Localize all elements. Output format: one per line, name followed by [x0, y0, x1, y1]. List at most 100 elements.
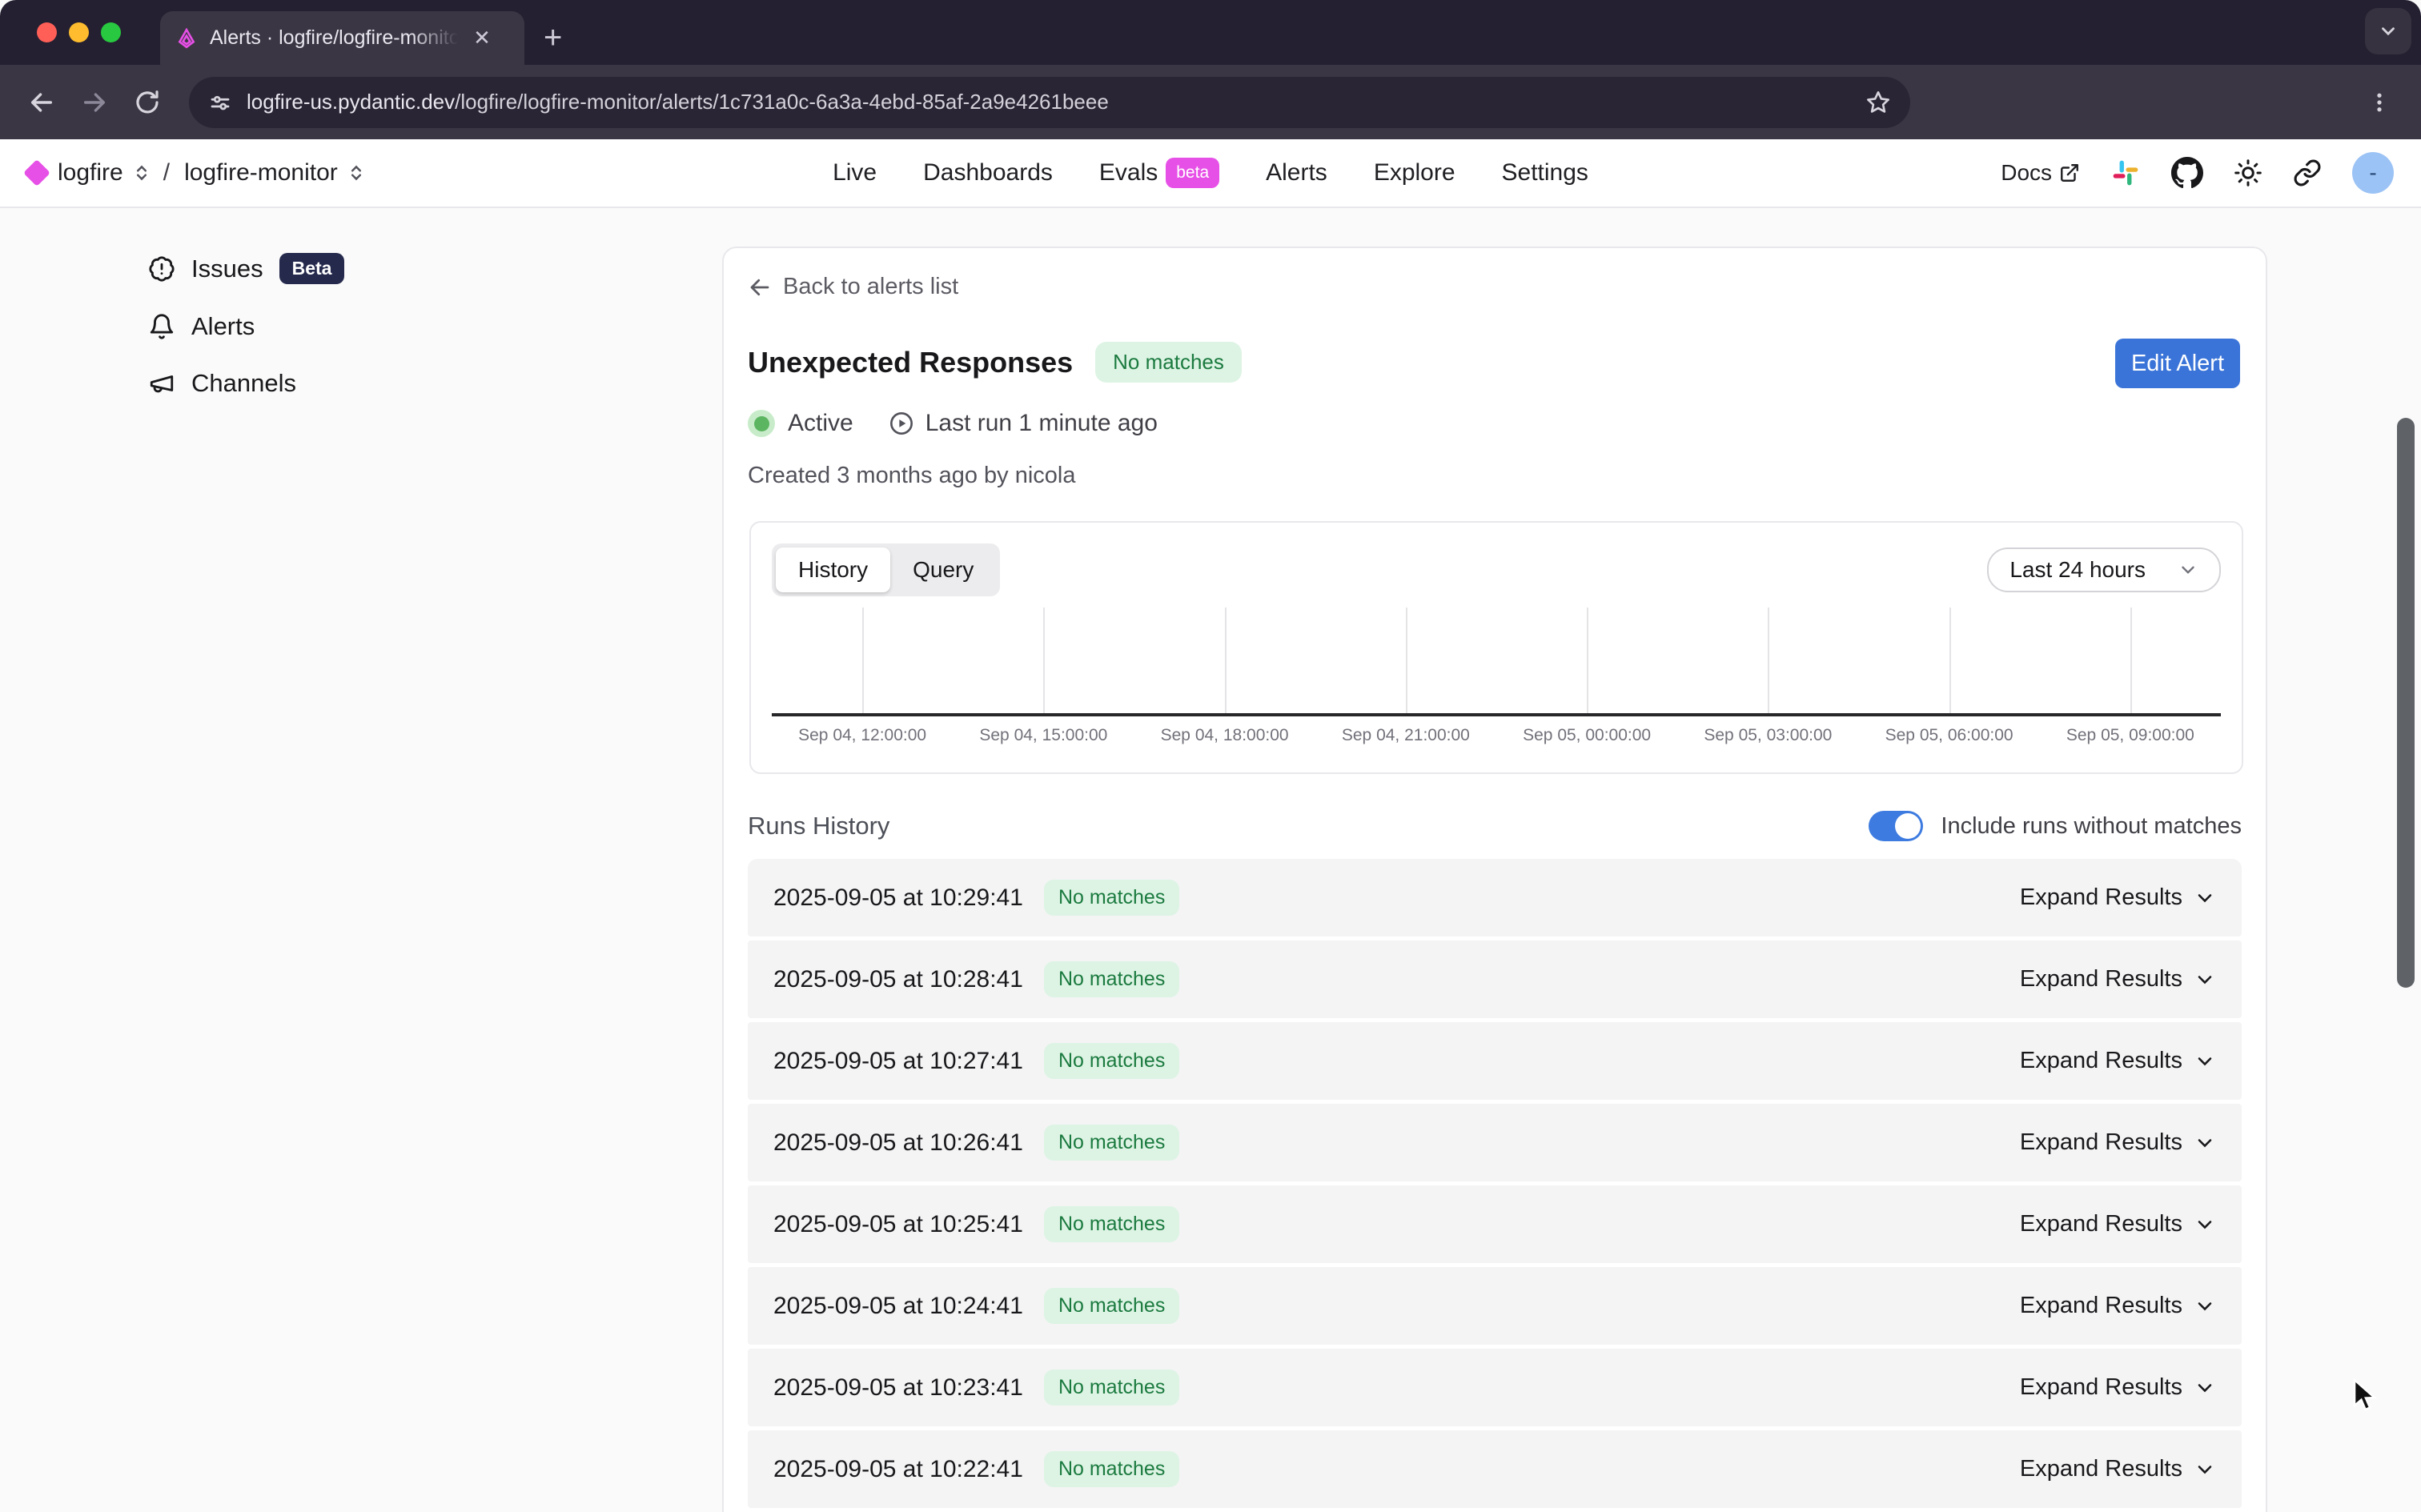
run-timestamp: 2025-09-05 at 10:26:41 — [773, 1129, 1023, 1157]
run-row: 2025-09-05 at 10:28:41 No matches Expand… — [748, 940, 2242, 1018]
nav-right: Docs - — [1588, 152, 2394, 194]
run-timestamp: 2025-09-05 at 10:22:41 — [773, 1456, 1023, 1483]
created-by-text: Created 3 months ago by nicola — [748, 463, 2242, 489]
nav-item-evals[interactable]: Evalsbeta — [1099, 158, 1219, 188]
new-tab-button[interactable]: + — [544, 11, 562, 65]
slack-icon[interactable] — [2110, 158, 2141, 188]
x-tick: Sep 04, 21:00:00 — [1315, 726, 1496, 745]
expand-results-button[interactable]: Expand Results — [2020, 1374, 2216, 1401]
nav-item-live[interactable]: Live — [833, 159, 877, 186]
run-match-badge: No matches — [1044, 1451, 1179, 1487]
runs-history-heading: Runs History — [748, 812, 889, 840]
evals-beta-badge: beta — [1166, 158, 1219, 188]
tab-history[interactable]: History — [776, 547, 890, 592]
nav-links: Live Dashboards Evalsbeta Alerts Explore… — [833, 158, 1588, 188]
tab-close-icon[interactable]: ✕ — [468, 24, 496, 53]
run-timestamp: 2025-09-05 at 10:25:41 — [773, 1211, 1023, 1238]
tab-query[interactable]: Query — [890, 547, 996, 592]
nav-item-explore[interactable]: Explore — [1374, 159, 1455, 186]
logfire-logo-icon — [23, 159, 50, 186]
breadcrumb-separator: / — [163, 159, 170, 186]
run-match-badge: No matches — [1044, 1043, 1179, 1079]
back-icon[interactable] — [19, 80, 64, 125]
run-match-badge: No matches — [1044, 961, 1179, 997]
share-link-icon[interactable] — [2293, 158, 2322, 187]
github-icon[interactable] — [2171, 157, 2203, 189]
expand-results-button[interactable]: Expand Results — [2020, 1211, 2216, 1237]
browser-tab[interactable]: Alerts · logfire/logfire-monitor ✕ — [160, 11, 524, 65]
sidebar-item-alerts[interactable]: Alerts — [148, 312, 344, 341]
play-circle-icon — [889, 411, 914, 436]
issues-beta-badge: Beta — [279, 253, 345, 284]
x-tick: Sep 04, 12:00:00 — [772, 726, 953, 745]
nav-item-dashboards[interactable]: Dashboards — [923, 159, 1053, 186]
edit-alert-button[interactable]: Edit Alert — [2115, 339, 2240, 388]
expand-results-button[interactable]: Expand Results — [2020, 1129, 2216, 1156]
x-tick: Sep 05, 06:00:00 — [1859, 726, 2040, 745]
project-selector[interactable]: logfire-monitor — [184, 159, 338, 186]
runs-list: 2025-09-05 at 10:29:41 No matches Expand… — [748, 859, 2242, 1508]
megaphone-icon — [148, 370, 175, 397]
theme-sun-icon[interactable] — [2234, 158, 2262, 187]
user-avatar[interactable]: - — [2352, 152, 2394, 194]
nav-item-settings[interactable]: Settings — [1502, 159, 1588, 186]
browser-menu-icon[interactable] — [2357, 80, 2402, 125]
window-controls[interactable] — [37, 22, 121, 42]
history-chart — [772, 608, 2221, 716]
run-timestamp: 2025-09-05 at 10:28:41 — [773, 966, 1023, 993]
alert-detail-card: Back to alerts list Unexpected Responses… — [722, 247, 2267, 1512]
include-runs-toggle[interactable] — [1869, 811, 1923, 841]
bookmark-star-icon[interactable] — [1865, 90, 1891, 115]
chart-x-axis: Sep 04, 12:00:00 Sep 04, 15:00:00 Sep 04… — [772, 726, 2221, 745]
chevron-down-icon — [2194, 1377, 2216, 1399]
tab-title: Alerts · logfire/logfire-monitor — [210, 26, 458, 50]
run-timestamp: 2025-09-05 at 10:27:41 — [773, 1048, 1023, 1075]
forward-icon[interactable] — [72, 80, 117, 125]
expand-results-button[interactable]: Expand Results — [2020, 1293, 2216, 1319]
docs-link[interactable]: Docs — [2001, 160, 2080, 186]
chevron-down-icon — [2194, 887, 2216, 909]
url-text[interactable]: logfire-us.pydantic.dev/logfire/logfire-… — [247, 90, 1865, 114]
expand-results-button[interactable]: Expand Results — [2020, 1048, 2216, 1074]
chevron-down-icon — [2194, 969, 2216, 991]
history-panel: History Query Last 24 hours Sep 04, 12:0… — [749, 521, 2243, 774]
close-window-button[interactable] — [37, 22, 57, 42]
site-settings-icon[interactable] — [208, 90, 232, 114]
time-range-dropdown[interactable]: Last 24 hours — [1987, 547, 2221, 592]
x-tick: Sep 05, 09:00:00 — [2040, 726, 2221, 745]
chevron-down-icon — [2194, 1132, 2216, 1154]
expand-results-button[interactable]: Expand Results — [2020, 884, 2216, 911]
tab-title-fade — [410, 26, 458, 50]
back-to-alerts-link[interactable]: Back to alerts list — [748, 274, 2242, 300]
nav-item-alerts[interactable]: Alerts — [1266, 159, 1327, 186]
page-scrollbar[interactable] — [2397, 418, 2415, 988]
org-chevron-updown-icon[interactable] — [134, 164, 149, 182]
mouse-cursor — [2350, 1378, 2382, 1414]
expand-results-button[interactable]: Expand Results — [2020, 966, 2216, 993]
run-timestamp: 2025-09-05 at 10:23:41 — [773, 1374, 1023, 1402]
zoom-window-button[interactable] — [101, 22, 121, 42]
project-chevron-updown-icon[interactable] — [349, 164, 363, 182]
run-row: 2025-09-05 at 10:27:41 No matches Expand… — [748, 1022, 2242, 1100]
alert-header: Unexpected Responses No matches Edit Ale… — [748, 342, 2242, 489]
reload-icon[interactable] — [125, 80, 170, 125]
breadcrumb: logfire / logfire-monitor — [27, 159, 833, 186]
alert-title: Unexpected Responses — [748, 346, 1073, 379]
expand-results-button[interactable]: Expand Results — [2020, 1456, 2216, 1482]
url-bar[interactable]: logfire-us.pydantic.dev/logfire/logfire-… — [189, 77, 1910, 128]
chevron-down-icon — [2194, 1213, 2216, 1236]
minimize-window-button[interactable] — [69, 22, 89, 42]
org-selector[interactable]: logfire — [58, 159, 123, 186]
tab-search-chevron-button[interactable] — [2365, 8, 2411, 54]
x-tick: Sep 05, 03:00:00 — [1677, 726, 1858, 745]
run-match-badge: No matches — [1044, 1288, 1179, 1324]
run-match-badge: No matches — [1044, 1206, 1179, 1242]
run-row: 2025-09-05 at 10:24:41 No matches Expand… — [748, 1267, 2242, 1345]
run-timestamp: 2025-09-05 at 10:29:41 — [773, 884, 1023, 912]
last-run-status: Last run 1 minute ago — [889, 410, 1158, 437]
active-status: Active — [748, 410, 853, 437]
run-match-badge: No matches — [1044, 1125, 1179, 1161]
sidebar-item-channels[interactable]: Channels — [148, 369, 344, 398]
sidebar-item-issues[interactable]: Issues Beta — [148, 253, 344, 284]
x-tick: Sep 04, 15:00:00 — [953, 726, 1134, 745]
